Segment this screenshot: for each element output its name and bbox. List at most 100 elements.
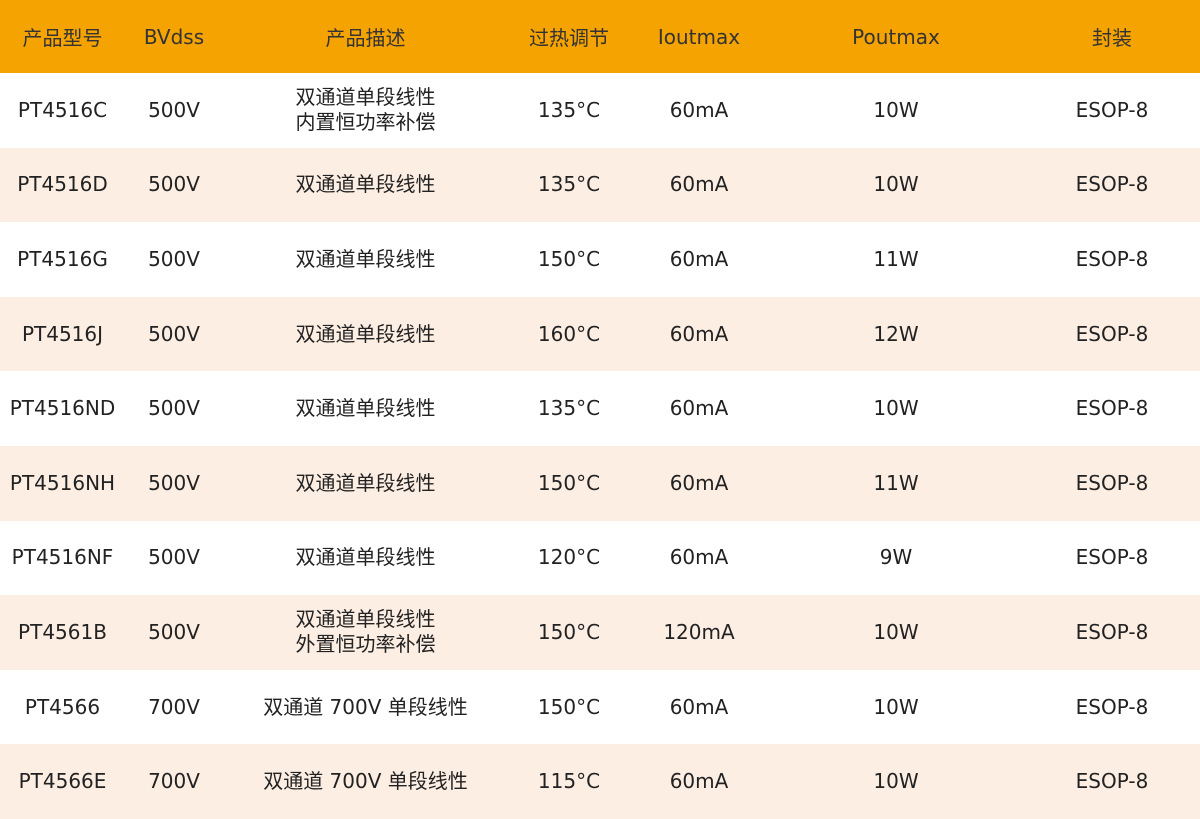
- cell-model: PT4566E: [18, 769, 107, 794]
- cell-model: PT4516ND: [9, 396, 116, 421]
- cell-otp: 150°C: [537, 246, 601, 271]
- table-row: PT4516ND 500V 双通道单段线性 135°C 60mA 10W ESOP-8: [0, 371, 1200, 446]
- cell-model: PT4516NH: [9, 470, 116, 495]
- cell-bvdss: 500V: [148, 321, 200, 346]
- description-line: 双通道 700V 单段线性: [263, 694, 468, 719]
- cell-poutmax: 11W: [873, 246, 919, 271]
- table-row: PT4516G 500V 双通道单段线性 150°C 60mA 11W ESOP-8: [0, 222, 1200, 297]
- cell-bvdss: 500V: [148, 246, 200, 271]
- cell-ioutmax: 60mA: [669, 97, 729, 122]
- cell-poutmax: 9W: [879, 545, 913, 570]
- description-line: 双通道单段线性: [295, 545, 436, 570]
- header-bvdss: BVdss: [143, 24, 205, 49]
- cell-otp: 135°C: [537, 97, 601, 122]
- cell-poutmax: 10W: [873, 694, 919, 719]
- cell-description: 双通道单段线性: [223, 371, 508, 446]
- cell-ioutmax: 60mA: [669, 396, 729, 421]
- description-line: 双通道单段线性: [295, 470, 436, 495]
- cell-description: 双通道 700V 单段线性: [223, 744, 508, 819]
- cell-otp: 150°C: [537, 694, 601, 719]
- cell-description: 双通道单段线性 内置恒功率补偿: [223, 73, 508, 148]
- cell-package: ESOP-8: [1075, 694, 1149, 719]
- cell-poutmax: 10W: [873, 769, 919, 794]
- table-row: PT4516J 500V 双通道单段线性 160°C 60mA 12W ESOP-8: [0, 296, 1200, 372]
- cell-bvdss: 500V: [148, 470, 200, 495]
- cell-description: 双通道单段线性: [223, 148, 508, 223]
- cell-otp: 150°C: [537, 470, 601, 495]
- cell-model: PT4566: [24, 694, 101, 719]
- cell-poutmax: 10W: [873, 396, 919, 421]
- cell-otp: 115°C: [537, 769, 601, 794]
- cell-otp: 150°C: [537, 619, 601, 644]
- description-line: 双通道单段线性: [295, 607, 436, 632]
- cell-package: ESOP-8: [1075, 321, 1149, 346]
- cell-poutmax: 10W: [873, 97, 919, 122]
- cell-ioutmax: 60mA: [669, 246, 729, 271]
- cell-description: 双通道单段线性: [223, 297, 508, 372]
- cell-poutmax: 11W: [873, 470, 919, 495]
- header-model: 产品型号: [22, 26, 103, 50]
- cell-bvdss: 700V: [148, 769, 200, 794]
- table-header-row: 产品型号 BVdss 产品描述 过热调节 Ioutmax Poutmax 封装: [0, 0, 1200, 73]
- cell-ioutmax: 60mA: [669, 172, 729, 197]
- cell-otp: 160°C: [537, 321, 601, 346]
- header-otp: 过热调节: [529, 26, 609, 50]
- description-line: 双通道单段线性: [295, 396, 436, 421]
- cell-ioutmax: 60mA: [669, 769, 729, 794]
- cell-description: 双通道单段线性: [223, 521, 508, 596]
- description-line: 内置恒功率补偿: [295, 110, 436, 135]
- cell-model: PT4516G: [17, 246, 108, 271]
- product-table: 产品型号 BVdss 产品描述 过热调节 Ioutmax Poutmax 封装 …: [0, 0, 1200, 819]
- cell-poutmax: 10W: [873, 172, 919, 197]
- cell-bvdss: 500V: [148, 619, 200, 644]
- table-row: PT4516NH 500V 双通道单段线性 150°C 60mA 11W ESOP-8: [0, 445, 1200, 521]
- table-row: PT4566E 700V 双通道 700V 单段线性 115°C 60mA 10W ESOP…: [0, 744, 1200, 819]
- cell-description: 双通道 700V 单段线性: [223, 670, 508, 745]
- cell-model: PT4561B: [18, 619, 107, 644]
- cell-bvdss: 500V: [148, 545, 200, 570]
- cell-description: 双通道单段线性: [223, 222, 508, 297]
- description-line: 外置恒功率补偿: [295, 632, 436, 657]
- cell-description: 双通道单段线性 外置恒功率补偿: [223, 595, 508, 670]
- description-line: 双通道单段线性: [295, 85, 436, 110]
- description-line: 双通道单段线性: [295, 246, 436, 271]
- cell-package: ESOP-8: [1075, 470, 1149, 495]
- cell-package: ESOP-8: [1075, 545, 1149, 570]
- cell-package: ESOP-8: [1075, 619, 1149, 644]
- table-body: PT4516C 500V 双通道单段线性 内置恒功率补偿 135°C 60mA 10W ESO…: [0, 73, 1200, 819]
- table-row: PT4566 700V 双通道 700V 单段线性 150°C 60mA 10W ESOP-…: [0, 669, 1200, 745]
- cell-ioutmax: 60mA: [669, 321, 729, 346]
- cell-bvdss: 500V: [148, 396, 200, 421]
- table-row: PT4561B 500V 双通道单段线性 外置恒功率补偿 150°C 120mA 10W ES…: [0, 595, 1200, 670]
- cell-package: ESOP-8: [1075, 769, 1149, 794]
- description-line: 双通道 700V 单段线性: [263, 769, 468, 794]
- description-line: 双通道单段线性: [295, 321, 436, 346]
- cell-ioutmax: 60mA: [669, 694, 729, 719]
- cell-package: ESOP-8: [1075, 246, 1149, 271]
- cell-model: PT4516NF: [11, 545, 114, 570]
- cell-ioutmax: 120mA: [663, 619, 735, 644]
- cell-model: PT4516D: [17, 172, 108, 197]
- cell-otp: 135°C: [537, 172, 601, 197]
- cell-poutmax: 10W: [873, 619, 919, 644]
- cell-model: PT4516C: [17, 97, 108, 122]
- header-description: 产品描述: [325, 26, 406, 50]
- cell-description: 双通道单段线性: [223, 446, 508, 521]
- cell-package: ESOP-8: [1075, 396, 1149, 421]
- cell-ioutmax: 60mA: [669, 545, 729, 570]
- cell-bvdss: 500V: [148, 97, 200, 122]
- cell-model: PT4516J: [21, 321, 104, 346]
- cell-package: ESOP-8: [1075, 97, 1149, 122]
- cell-bvdss: 500V: [148, 172, 200, 197]
- header-package: 封装: [1092, 26, 1132, 50]
- cell-package: ESOP-8: [1075, 172, 1149, 197]
- cell-bvdss: 700V: [148, 694, 200, 719]
- table-row: PT4516C 500V 双通道单段线性 内置恒功率补偿 135°C 60mA 10W ESO…: [0, 73, 1200, 148]
- cell-otp: 135°C: [537, 396, 601, 421]
- cell-ioutmax: 60mA: [669, 470, 729, 495]
- table-row: PT4516NF 500V 双通道单段线性 120°C 60mA 9W ESOP-8: [0, 520, 1200, 596]
- table-row: PT4516D 500V 双通道单段线性 135°C 60mA 10W ESOP-8: [0, 147, 1200, 223]
- cell-otp: 120°C: [537, 545, 601, 570]
- description-line: 双通道单段线性: [295, 172, 436, 197]
- cell-poutmax: 12W: [873, 321, 919, 346]
